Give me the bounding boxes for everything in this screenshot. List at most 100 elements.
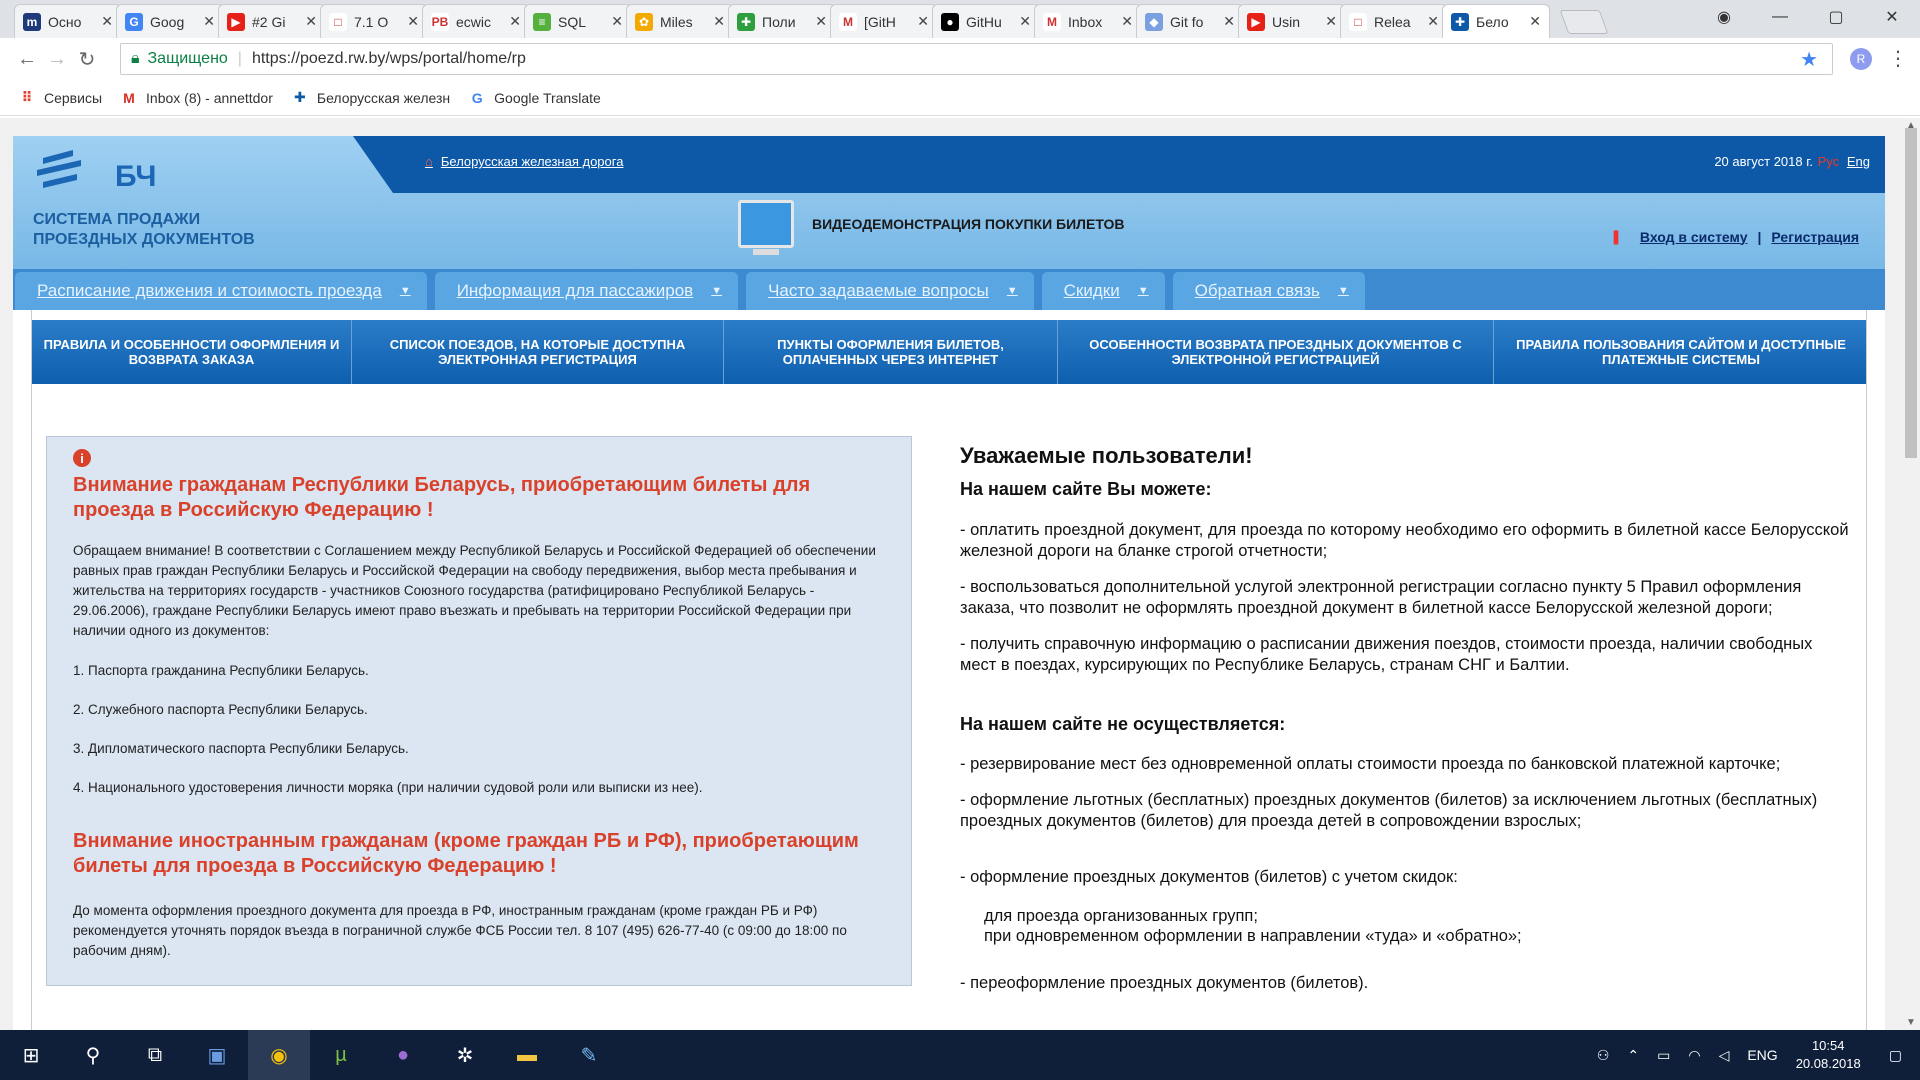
lang-ru[interactable]: Рус <box>1818 154 1840 169</box>
home-icon[interactable]: ⌂ <box>425 154 433 169</box>
browser-tab[interactable]: PB ecwic ✕ <box>422 4 530 38</box>
volume-icon[interactable]: ◁ <box>1719 1047 1730 1064</box>
tab-close-icon[interactable]: ✕ <box>611 13 623 30</box>
browser-tab[interactable]: ✚ Бело ✕ <box>1442 4 1550 38</box>
register-link[interactable]: Регистрация <box>1771 229 1859 245</box>
tab-close-icon[interactable]: ✕ <box>1223 13 1235 30</box>
subnav-ticket-points[interactable]: ПУНКТЫ ОФОРМЛЕНИЯ БИЛЕТОВ, ОПЛАЧЕННЫХ ЧЕ… <box>724 320 1058 384</box>
profile-icon[interactable]: ◉ <box>1696 0 1752 34</box>
scrollbar-thumb[interactable] <box>1905 128 1917 458</box>
info-can-item: - оплатить проездной документ, для проез… <box>960 521 1849 560</box>
alert-heading-foreign: Внимание иностранным гражданам (кроме гр… <box>73 830 859 877</box>
battery-icon[interactable]: ▭ <box>1657 1047 1670 1064</box>
maximize-button[interactable]: ▢ <box>1808 0 1864 34</box>
back-icon[interactable]: ← <box>12 48 42 71</box>
search-icon[interactable]: ⚲ <box>62 1030 124 1080</box>
tab-close-icon[interactable]: ✕ <box>407 13 419 30</box>
browser-tab[interactable]: ✚ Поли ✕ <box>728 4 836 38</box>
scroll-down-icon[interactable]: ▼ <box>1906 1017 1916 1028</box>
subnav-trains-list[interactable]: СПИСОК ПОЕЗДОВ, НА КОТОРЫЕ ДОСТУПНА ЭЛЕК… <box>352 320 724 384</box>
extension-icon[interactable]: R <box>1850 48 1872 70</box>
tab-favicon-icon: □ <box>329 12 347 31</box>
nav-feedback[interactable]: Обратная связь ▼ <box>1172 272 1365 310</box>
tab-close-icon[interactable]: ✕ <box>101 13 113 30</box>
tab-close-icon[interactable]: ✕ <box>203 13 215 30</box>
page-scrollbar[interactable]: ▲ ▼ <box>1902 118 1920 1030</box>
bookmark-bch[interactable]: ✚ Белорусская железн <box>291 89 450 107</box>
bookmark-inbox[interactable]: M Inbox (8) - annettdor <box>120 89 273 107</box>
language-switch: Рус Eng <box>1818 154 1870 169</box>
browser-tab[interactable]: □ 7.1 О ✕ <box>320 4 428 38</box>
browser-tab[interactable]: ● GitHu ✕ <box>932 4 1040 38</box>
browser-tab[interactable]: ✿ Miles ✕ <box>626 4 734 38</box>
browser-tab[interactable]: m Осно ✕ <box>14 4 122 38</box>
save-app-icon[interactable]: ▣ <box>186 1030 248 1080</box>
nav-schedule[interactable]: Расписание движения и стоимость проезда ▼ <box>15 272 427 310</box>
omnibox[interactable]: 🔒︎ Защищено | https://poezd.rw.by/wps/po… <box>120 43 1833 75</box>
tab-close-icon[interactable]: ✕ <box>1427 13 1439 30</box>
tab-close-icon[interactable]: ✕ <box>815 13 827 30</box>
task-view-icon[interactable]: ⧉ <box>124 1030 186 1080</box>
header-date: 20 август 2018 г. <box>1714 154 1813 169</box>
nav-label: Скидки <box>1063 281 1120 300</box>
browser-tab[interactable]: ≡ SQL ✕ <box>524 4 632 38</box>
tab-favicon-icon: M <box>839 12 857 31</box>
nav-discounts[interactable]: Скидки ▼ <box>1041 272 1165 310</box>
video-demo-link[interactable]: ВИДЕОДЕМОНСТРАЦИЯ ПОКУПКИ БИЛЕТОВ <box>738 200 1125 255</box>
tab-close-icon[interactable]: ✕ <box>1325 13 1337 30</box>
wifi-icon[interactable]: ◠ <box>1688 1047 1700 1064</box>
tab-title: Осно <box>48 13 82 30</box>
bookmark-apps[interactable]: ⠿ Сервисы <box>18 89 102 107</box>
minimize-button[interactable]: — <box>1752 0 1808 34</box>
browser-menu-icon[interactable]: ⋮ <box>1888 46 1908 71</box>
browser-tab[interactable]: M [GitH ✕ <box>830 4 938 38</box>
paint-icon[interactable]: ✎ <box>558 1030 620 1080</box>
tab-title: Relea <box>1374 13 1411 30</box>
chevron-down-icon: ▼ <box>1337 285 1349 297</box>
people-icon[interactable]: ⚇ <box>1597 1047 1610 1064</box>
file-explorer-icon[interactable]: ▬ <box>496 1030 558 1080</box>
chrome-icon[interactable]: ◉ <box>248 1030 310 1080</box>
login-link[interactable]: Вход в систему <box>1640 229 1748 245</box>
browser-tab[interactable]: M Inbox ✕ <box>1034 4 1142 38</box>
browser-tab[interactable]: ◆ Git fo ✕ <box>1136 4 1244 38</box>
video-demo-label[interactable]: ВИДЕОДЕМОНСТРАЦИЯ ПОКУПКИ БИЛЕТОВ <box>812 216 1125 232</box>
tab-close-icon[interactable]: ✕ <box>305 13 317 30</box>
forward-icon[interactable]: → <box>42 48 72 71</box>
tab-close-icon[interactable]: ✕ <box>1019 13 1031 30</box>
bookmark-star-icon[interactable]: ★ <box>1800 47 1818 72</box>
bookmark-translate[interactable]: G Google Translate <box>468 89 601 107</box>
input-language[interactable]: ENG <box>1747 1047 1777 1063</box>
chevron-up-icon[interactable]: ⌃ <box>1627 1047 1639 1064</box>
subnav-return[interactable]: ОСОБЕННОСТИ ВОЗВРАТА ПРОЕЗДНЫХ ДОКУМЕНТО… <box>1058 320 1494 384</box>
reload-icon[interactable]: ↻ <box>72 47 102 72</box>
tab-close-icon[interactable]: ✕ <box>917 13 929 30</box>
app-gear-icon[interactable]: ✲ <box>434 1030 496 1080</box>
tab-close-icon[interactable]: ✕ <box>713 13 725 30</box>
tab-close-icon[interactable]: ✕ <box>1121 13 1133 30</box>
tab-close-icon[interactable]: ✕ <box>509 13 521 30</box>
windows-start-icon[interactable]: ⊞ <box>0 1030 62 1080</box>
notifications-icon[interactable]: ▢ <box>1889 1047 1902 1064</box>
url-text[interactable]: https://poezd.rw.by/wps/portal/home/rp <box>252 50 526 68</box>
browser-tab[interactable]: □ Relea ✕ <box>1340 4 1448 38</box>
nav-passenger-info[interactable]: Информация для пассажиров ▼ <box>434 272 739 310</box>
subnav-rules[interactable]: ПРАВИЛА И ОСОБЕННОСТИ ОФОРМЛЕНИЯ И ВОЗВР… <box>32 320 352 384</box>
bch-logo-icon[interactable]: БЧ <box>33 148 183 200</box>
breadcrumb-link[interactable]: Белорусская железная дорога <box>441 154 624 169</box>
utorrent-icon[interactable]: µ <box>310 1030 372 1080</box>
nav-faq[interactable]: Часто задаваемые вопросы ▼ <box>746 272 1034 310</box>
github-desktop-icon[interactable]: ● <box>372 1030 434 1080</box>
browser-tab[interactable]: G Goog ✕ <box>116 4 224 38</box>
lock-icon: 🔒︎ <box>131 50 140 67</box>
new-tab-button[interactable] <box>1559 10 1609 34</box>
browser-tab[interactable]: ▶ #2 Gi ✕ <box>218 4 326 38</box>
browser-tab[interactable]: ▶ Usin ✕ <box>1238 4 1346 38</box>
subnav-site-rules[interactable]: ПРАВИЛА ПОЛЬЗОВАНИЯ САЙТОМ И ДОСТУПНЫЕ П… <box>1494 320 1866 384</box>
close-window-button[interactable]: ✕ <box>1864 0 1920 34</box>
clock[interactable]: 10:54 20.08.2018 <box>1796 1037 1861 1073</box>
monitor-icon <box>738 200 794 255</box>
breadcrumb[interactable]: ⌂ Белорусская железная дорога <box>425 154 623 169</box>
tab-close-icon[interactable]: ✕ <box>1529 13 1541 30</box>
lang-en[interactable]: Eng <box>1847 154 1870 169</box>
